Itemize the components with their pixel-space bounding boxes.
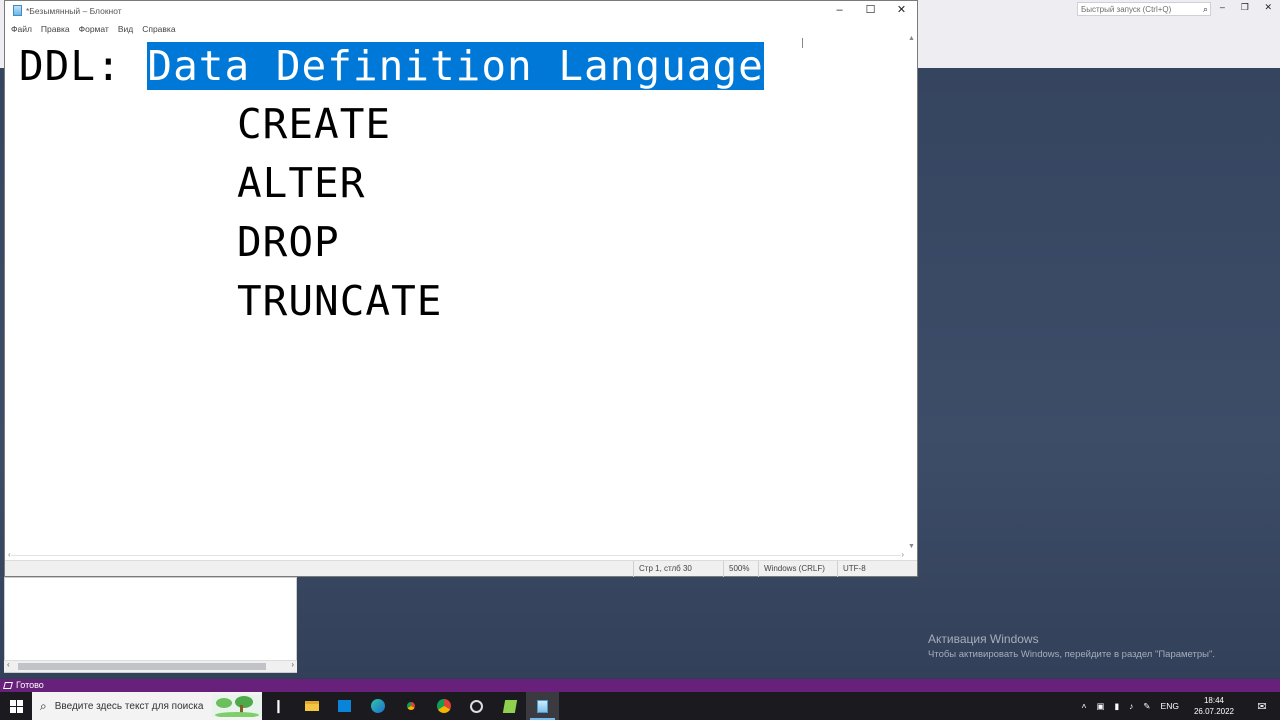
task-view-icon[interactable]: ❙ xyxy=(262,692,295,720)
clock[interactable]: 18:44 26.07.2022 xyxy=(1194,695,1234,717)
notepad-plus-icon[interactable] xyxy=(493,692,526,720)
battery-icon[interactable]: ▮ xyxy=(1114,701,1119,712)
windows-logo-icon xyxy=(9,699,23,713)
menu-file[interactable]: Файл xyxy=(11,24,32,34)
restore-icon[interactable]: ❐ xyxy=(1241,2,1249,16)
notification-icon[interactable]: ✉ xyxy=(1249,700,1275,713)
notepad-window[interactable]: *Безымянный – Блокнот – ☐ ✕ Файл Правка … xyxy=(4,0,918,577)
selected-text: Data Definition Language xyxy=(147,42,764,90)
clock-time: 18:44 xyxy=(1203,696,1224,705)
text-line-drop: DROP xyxy=(237,218,340,266)
store-icon[interactable] xyxy=(328,692,361,720)
windows-activation-watermark: Активация Windows Чтобы активировать Win… xyxy=(928,632,1215,660)
scroll-down-icon[interactable]: ▼ xyxy=(908,543,915,550)
text-editor[interactable]: DDL: Data Definition Language CREATE ALT… xyxy=(5,35,907,550)
menu-help[interactable]: Справка xyxy=(142,24,175,34)
scroll-up-icon[interactable]: ▲ xyxy=(908,35,915,42)
text-cursor xyxy=(802,38,803,48)
minimize-button[interactable]: – xyxy=(824,1,855,20)
quick-launch-placeholder: Быстрый запуск (Ctrl+Q) xyxy=(1081,5,1172,14)
chrome-icon[interactable] xyxy=(427,692,460,720)
scroll-track[interactable] xyxy=(11,555,901,556)
background-horizontal-scrollbar[interactable]: ‹ › xyxy=(4,660,297,672)
search-placeholder: Введите здесь текст для поиска xyxy=(54,700,204,712)
app-icon[interactable] xyxy=(460,692,493,720)
menu-view[interactable]: Вид xyxy=(118,24,133,34)
scroll-right-icon[interactable]: › xyxy=(901,550,904,559)
close-button[interactable]: ✕ xyxy=(886,1,917,20)
vertical-scrollbar[interactable]: ▲ ▼ xyxy=(906,35,917,550)
edge-icon[interactable] xyxy=(361,692,394,720)
window-controls: – ☐ ✕ xyxy=(824,1,917,20)
text-line-create: CREATE xyxy=(237,100,392,148)
menu-format[interactable]: Формат xyxy=(79,24,109,34)
pen-icon[interactable]: ✎ xyxy=(1143,701,1150,712)
notepad-status-bar: Стр 1, стлб 30 500% Windows (CRLF) UTF-8 xyxy=(5,560,917,577)
background-left-panel xyxy=(4,577,297,673)
chevron-up-icon[interactable]: ˄ xyxy=(1081,701,1086,711)
scrollbar-thumb[interactable] xyxy=(18,663,266,670)
window-title: *Безымянный – Блокнот xyxy=(26,5,122,16)
encoding: UTF-8 xyxy=(837,561,866,577)
background-status-bar: Готово xyxy=(0,679,1280,692)
zoom-level: 500% xyxy=(723,561,749,577)
text-line-alter: ALTER xyxy=(237,159,366,207)
search-icon: ⌕ xyxy=(40,698,47,713)
search-icon[interactable]: ⌕ xyxy=(1203,4,1208,15)
text-line-1: DDL: Data Definition Language xyxy=(19,37,764,95)
network-icon[interactable]: ▣ xyxy=(1096,701,1104,712)
maximize-button[interactable]: ☐ xyxy=(855,1,886,20)
notepad-icon[interactable] xyxy=(526,692,559,720)
scroll-left-icon[interactable]: ‹ xyxy=(7,660,10,669)
text-prefix: DDL: xyxy=(19,42,148,90)
start-button[interactable] xyxy=(0,692,32,720)
background-window-controls: – ❐ ✕ xyxy=(1212,2,1280,16)
close-icon[interactable]: ✕ xyxy=(1265,2,1273,16)
taskbar: ⌕ Введите здесь текст для поиска ❙ ˄ ▣ ▮… xyxy=(0,692,1280,720)
quick-launch-input[interactable]: Быстрый запуск (Ctrl+Q) ⌕ xyxy=(1077,2,1211,16)
search-highlight-illustration xyxy=(212,695,262,717)
cursor-position: Стр 1, стлб 30 xyxy=(633,561,692,577)
activation-text: Чтобы активировать Windows, перейдите в … xyxy=(928,649,1215,660)
clock-date: 26.07.2022 xyxy=(1193,707,1234,716)
line-ending: Windows (CRLF) xyxy=(758,561,825,577)
language-indicator[interactable]: ENG xyxy=(1161,701,1179,711)
menu-edit[interactable]: Правка xyxy=(41,24,70,34)
scroll-right-icon[interactable]: › xyxy=(291,660,294,669)
status-icon xyxy=(3,682,13,689)
notepad-icon xyxy=(13,5,22,16)
chrome-beta-icon[interactable] xyxy=(394,692,427,720)
system-tray: ˄ ▣ ▮ ♪ ✎ ENG 18:44 26.07.2022 ✉ xyxy=(1076,692,1280,720)
minimize-icon[interactable]: – xyxy=(1220,2,1225,16)
volume-icon[interactable]: ♪ xyxy=(1129,701,1133,711)
activation-title: Активация Windows xyxy=(928,632,1039,646)
status-text: Готово xyxy=(16,680,44,690)
taskbar-search[interactable]: ⌕ Введите здесь текст для поиска xyxy=(32,692,262,720)
file-explorer-icon[interactable] xyxy=(295,692,328,720)
title-bar[interactable]: *Безымянный – Блокнот – ☐ ✕ xyxy=(5,1,917,20)
text-line-truncate: TRUNCATE xyxy=(237,277,443,325)
